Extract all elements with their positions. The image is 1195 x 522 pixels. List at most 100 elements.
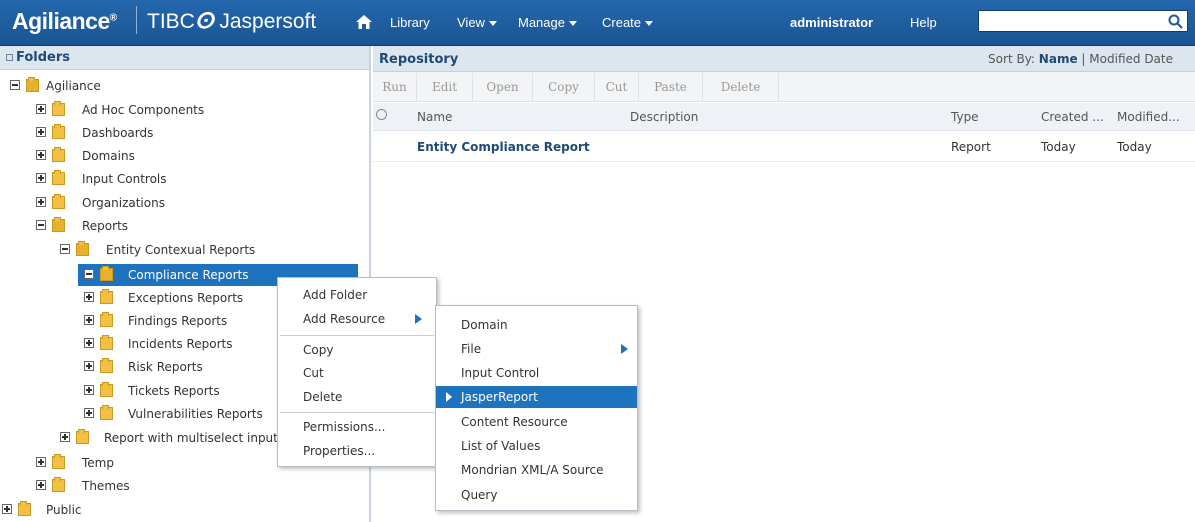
expand-icon[interactable] — [36, 127, 46, 137]
copy-button[interactable]: Copy — [533, 73, 595, 102]
sort-by: Sort By: Name | Modified Date — [988, 52, 1173, 66]
folder-icon — [52, 477, 65, 492]
row-modified: Today — [1117, 140, 1152, 154]
folder-icon — [100, 405, 113, 420]
expand-icon[interactable] — [84, 385, 94, 395]
column-created[interactable]: Created ... — [1041, 103, 1104, 131]
column-description[interactable]: Description — [630, 103, 698, 131]
nav-create[interactable]: Create — [602, 15, 654, 30]
agiliance-logo: Agiliance® — [12, 6, 137, 35]
folder-icon — [100, 335, 113, 350]
submenu-item-content-resource[interactable]: Content Resource — [461, 411, 568, 433]
repository-title: Repository — [379, 52, 459, 67]
folder-icon — [52, 101, 65, 116]
column-modified[interactable]: Modified... — [1117, 103, 1180, 131]
jaspersoft-logo: TIBCⵙ Jaspersoft — [147, 10, 317, 33]
collapse-icon[interactable] — [60, 244, 70, 254]
submenu-arrow-icon — [415, 314, 422, 324]
delete-button[interactable]: Delete — [703, 73, 779, 102]
submenu-item-input-control[interactable]: Input Control — [461, 362, 539, 384]
expand-icon[interactable] — [36, 457, 46, 467]
chevron-down-icon — [568, 21, 577, 27]
expand-icon[interactable] — [84, 292, 94, 302]
row-created: Today — [1041, 140, 1076, 154]
expand-icon[interactable] — [84, 408, 94, 418]
submenu-arrow-icon — [446, 392, 452, 402]
nav-manage[interactable]: Manage — [518, 15, 577, 30]
chevron-down-icon — [488, 21, 497, 27]
collapse-icon[interactable] — [36, 220, 46, 230]
expand-icon[interactable] — [84, 361, 94, 371]
chevron-down-icon — [645, 21, 654, 27]
nav-view[interactable]: View — [457, 15, 497, 30]
menu-item-cut[interactable]: Cut — [303, 362, 324, 384]
collapse-icon[interactable] — [10, 80, 20, 90]
collapse-icon[interactable] — [84, 269, 94, 279]
folder-icon — [52, 124, 65, 139]
context-menu: Add Folder Add Resource Copy Cut Delete … — [277, 277, 437, 467]
submenu-item-mondrian[interactable]: Mondrian XML/A Source — [461, 459, 604, 481]
expand-icon[interactable] — [36, 173, 46, 183]
folder-icon — [52, 217, 65, 232]
menu-item-permissions[interactable]: Permissions... — [303, 416, 385, 438]
menu-divider — [280, 335, 434, 336]
folder-icon — [100, 312, 113, 327]
sort-modified-link[interactable]: Modified Date — [1089, 52, 1173, 66]
submenu-item-jasperreport[interactable]: JasperReport — [436, 386, 637, 408]
folder-icon — [100, 382, 113, 397]
edit-button[interactable]: Edit — [417, 73, 473, 102]
submenu-arrow-icon — [621, 344, 628, 354]
column-header-row: Name Description Type Created ... Modifi… — [373, 103, 1195, 131]
menu-item-add-resource[interactable]: Add Resource — [303, 308, 433, 330]
folder-icon — [26, 77, 39, 92]
run-button[interactable]: Run — [373, 73, 417, 102]
search-input[interactable] — [978, 10, 1188, 32]
submenu-item-query[interactable]: Query — [461, 484, 497, 506]
expand-icon[interactable] — [36, 104, 46, 114]
search-icon[interactable] — [1168, 14, 1183, 29]
folder-icon — [52, 147, 65, 162]
expand-icon[interactable] — [36, 150, 46, 160]
menu-divider — [280, 412, 434, 413]
user-menu[interactable]: administrator — [790, 15, 873, 30]
folder-icon — [52, 194, 65, 209]
expand-icon[interactable] — [2, 504, 12, 514]
menu-item-add-folder[interactable]: Add Folder — [303, 284, 367, 306]
sort-name-link[interactable]: Name — [1039, 52, 1078, 66]
folder-icon — [18, 501, 31, 516]
row-type: Report — [951, 140, 991, 154]
home-icon[interactable] — [355, 14, 373, 30]
menu-item-properties[interactable]: Properties... — [303, 440, 375, 462]
column-type[interactable]: Type — [951, 103, 979, 131]
paste-button[interactable]: Paste — [639, 73, 703, 102]
column-name[interactable]: Name — [417, 103, 452, 131]
expand-icon[interactable] — [84, 338, 94, 348]
submenu-item-file[interactable]: File — [461, 338, 631, 360]
folders-header: Folders — [0, 46, 369, 70]
folder-icon — [76, 241, 89, 256]
collapse-icon[interactable] — [6, 54, 13, 61]
folder-icon — [52, 454, 65, 469]
expand-icon[interactable] — [84, 315, 94, 325]
folder-icon — [100, 358, 113, 373]
open-button[interactable]: Open — [473, 73, 533, 102]
expand-icon[interactable] — [36, 197, 46, 207]
table-row[interactable]: Entity Compliance Report Report Today To… — [373, 132, 1195, 162]
expand-icon[interactable] — [36, 480, 46, 490]
top-bar: Agiliance® TIBCⵙ Jaspersoft Library View… — [0, 0, 1195, 46]
row-name-link[interactable]: Entity Compliance Report — [417, 132, 590, 162]
cut-button[interactable]: Cut — [595, 73, 639, 102]
add-resource-submenu: Domain File Input Control JasperReport C… — [435, 305, 638, 511]
folder-icon — [76, 429, 89, 444]
clock-icon — [376, 109, 387, 120]
repository-header: Repository Sort By: Name | Modified Date — [373, 46, 1195, 72]
submenu-item-list-of-values[interactable]: List of Values — [461, 435, 540, 457]
nav-help[interactable]: Help — [910, 15, 937, 30]
menu-item-delete[interactable]: Delete — [303, 386, 342, 408]
folder-icon — [52, 170, 65, 185]
folder-icon — [100, 289, 113, 304]
expand-icon[interactable] — [60, 432, 70, 442]
nav-library[interactable]: Library — [390, 15, 430, 30]
submenu-item-domain[interactable]: Domain — [461, 314, 508, 336]
menu-item-copy[interactable]: Copy — [303, 339, 333, 361]
